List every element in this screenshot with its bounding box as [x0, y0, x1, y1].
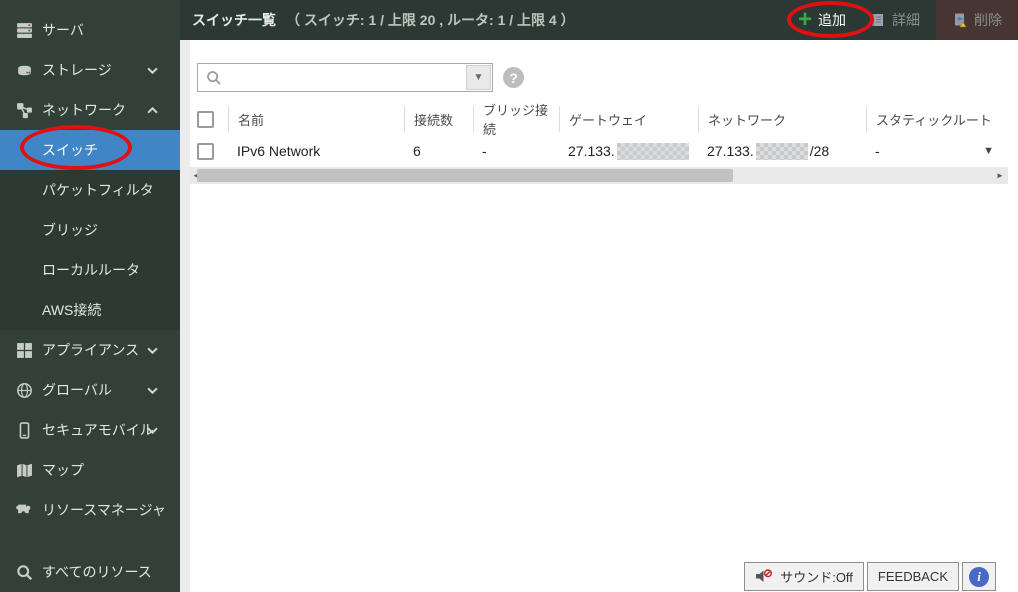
search-box: ▼ [197, 63, 493, 92]
sidebar-item-secure-mobile[interactable]: セキュアモバイル [0, 410, 180, 450]
sidebar-item-label: ブリッジ [42, 222, 98, 238]
sidebar-item-label: グローバル [42, 382, 112, 398]
column-header-static-route[interactable]: スタティックルート [866, 106, 1008, 132]
sidebar-item-label: リソースマネージャ [42, 502, 166, 518]
delete-button-label: 削除 [974, 12, 1002, 28]
sidebar-item-network[interactable]: ネットワーク [0, 90, 180, 130]
scrollbar-thumb[interactable] [197, 169, 733, 182]
add-button-label: 追加 [818, 12, 846, 28]
search-icon [15, 563, 33, 581]
sidebar-item-storage[interactable]: ストレージ [0, 50, 180, 90]
detail-button[interactable]: 詳細 [858, 0, 932, 40]
sidebar-item-packet-filter[interactable]: パケットフィルタ [0, 170, 180, 210]
row-dropdown-icon[interactable]: ▼ [983, 145, 994, 157]
storage-icon [15, 61, 33, 79]
cell-static-route: - ▼ [875, 143, 994, 159]
sidebar-item-local-router[interactable]: ローカルルータ [0, 250, 180, 290]
sidebar-item-aws-connect[interactable]: AWS接続 [0, 290, 180, 330]
sidebar-item-label: すべてのリソース [42, 564, 152, 580]
cell-bridge: - [482, 143, 487, 159]
sidebar-item-label: マップ [42, 462, 84, 478]
detail-button-label: 詳細 [892, 12, 920, 28]
resource-counts: （ スイッチ: 1 / 上限 20 , ルータ: 1 / 上限 4 ） [286, 12, 575, 28]
header-actions: + 追加 詳細 削除 [786, 0, 1018, 40]
feedback-button-label: FEEDBACK [877, 569, 948, 584]
column-header-network[interactable]: ネットワーク [698, 106, 866, 132]
sidebar-item-label: セキュアモバイル [42, 422, 154, 438]
appliance-icon [15, 341, 33, 359]
delete-button[interactable]: 削除 [936, 0, 1018, 40]
masked-value [616, 142, 689, 160]
chevron-down-icon [147, 387, 158, 394]
sidebar: サーバ ストレージ ネットワーク スイッチ パケットフィルタ ブリッジ ローカル… [0, 0, 180, 592]
add-button[interactable]: + 追加 [786, 0, 858, 40]
sidebar-item-label: アプライアンス [42, 342, 140, 358]
column-header-gateway[interactable]: ゲートウェイ [559, 106, 698, 132]
sidebar-item-map[interactable]: マップ [0, 450, 180, 490]
sound-button-label: サウンド:Off [780, 570, 853, 585]
column-header-connections[interactable]: 接続数 [404, 106, 473, 132]
sidebar-item-label: パケットフィルタ [42, 182, 154, 198]
sidebar-item-label: スイッチ [42, 142, 98, 158]
plus-icon: + [797, 6, 812, 33]
sidebar-item-switch[interactable]: スイッチ [0, 130, 180, 170]
masked-value [755, 142, 808, 160]
chevron-down-icon [147, 427, 158, 434]
sidebar-item-global[interactable]: グローバル [0, 370, 180, 410]
info-button[interactable]: i [962, 562, 996, 591]
page-header: スイッチ一覧 （ スイッチ: 1 / 上限 20 , ルータ: 1 / 上限 4… [180, 0, 1018, 40]
search-input[interactable] [222, 65, 466, 90]
table-header-row: 名前 接続数 ブリッジ接続 ゲートウェイ ネットワーク スタティックルート [190, 103, 1008, 137]
page-title: スイッチ一覧 [192, 12, 276, 28]
chevron-down-icon [147, 67, 158, 74]
map-icon [15, 461, 33, 479]
sidebar-item-appliance[interactable]: アプライアンス [0, 330, 180, 370]
column-header-bridge[interactable]: ブリッジ接続 [473, 103, 559, 137]
chevron-down-icon [147, 347, 158, 354]
switch-table: 名前 接続数 ブリッジ接続 ゲートウェイ ネットワーク スタティックルート IP… [190, 103, 1008, 167]
info-icon: i [969, 566, 989, 587]
scroll-right-icon[interactable]: ► [994, 167, 1006, 184]
main-content: ▼ ? 名前 接続数 ブリッジ接続 ゲートウェイ ネットワーク スタティックルー… [190, 40, 1018, 592]
sound-toggle-button[interactable]: サウンド:Off [744, 562, 864, 591]
select-all-checkbox[interactable] [197, 110, 214, 128]
search-icon [206, 70, 222, 86]
app-window: サーバ ストレージ ネットワーク スイッチ パケットフィルタ ブリッジ ローカル… [0, 0, 1018, 592]
network-icon [15, 101, 33, 119]
row-checkbox[interactable] [197, 142, 214, 160]
table-row[interactable]: IPv6 Network 6 - 27.133. 27.133. /28 - ▼ [190, 135, 1008, 167]
detail-icon [870, 12, 886, 28]
cell-network: 27.133. /28 [707, 142, 830, 160]
mobile-icon [15, 421, 33, 439]
sidebar-item-server[interactable]: サーバ [0, 10, 180, 50]
delete-icon [952, 12, 968, 28]
sidebar-item-resource-manager[interactable]: リソースマネージャ [0, 490, 180, 530]
feedback-button[interactable]: FEEDBACK [866, 562, 959, 591]
sidebar-item-label: ストレージ [42, 62, 112, 78]
globe-icon [15, 381, 33, 399]
sidebar-item-label: ネットワーク [42, 102, 126, 118]
cell-name: IPv6 Network [237, 143, 321, 159]
cell-gateway: 27.133. [559, 138, 698, 164]
chevron-up-icon [147, 107, 158, 114]
sidebar-item-label: サーバ [42, 22, 84, 38]
cell-connections: 6 [413, 143, 421, 159]
content-gutter [180, 40, 190, 592]
horizontal-scrollbar[interactable]: ◄ ► [190, 167, 1008, 184]
puzzle-icon [15, 501, 33, 519]
footer-toolbar: サウンド:Off FEEDBACK i [744, 562, 996, 591]
sidebar-item-all-resources[interactable]: すべてのリソース [0, 552, 180, 592]
search-dropdown-button[interactable]: ▼ [466, 65, 491, 90]
chevron-down-icon: ▼ [473, 72, 484, 83]
column-header-name[interactable]: 名前 [228, 106, 404, 132]
sidebar-item-label: ローカルルータ [42, 262, 140, 278]
server-icon [15, 21, 33, 39]
help-icon[interactable]: ? [503, 67, 524, 88]
sidebar-item-label: AWS接続 [42, 302, 102, 318]
speaker-muted-icon [755, 569, 774, 584]
sidebar-item-bridge[interactable]: ブリッジ [0, 210, 180, 250]
